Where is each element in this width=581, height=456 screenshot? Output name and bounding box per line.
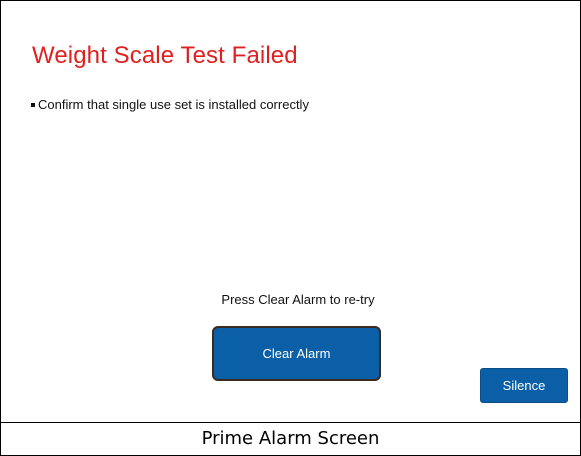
silence-button[interactable]: Silence bbox=[480, 368, 568, 403]
figure-caption: Prime Alarm Screen bbox=[201, 428, 380, 449]
retry-prompt: Press Clear Alarm to re-try bbox=[221, 292, 375, 307]
instruction-text: Confirm that single use set is installed… bbox=[38, 97, 309, 112]
clear-alarm-button[interactable]: Clear Alarm bbox=[212, 326, 381, 381]
alarm-title: Weight Scale Test Failed bbox=[32, 42, 298, 69]
instruction-item: Confirm that single use set is installed… bbox=[31, 97, 309, 113]
alarm-screen: Weight Scale Test Failed Confirm that si… bbox=[1, 1, 580, 423]
bullet-icon bbox=[31, 103, 35, 107]
clear-alarm-button-label: Clear Alarm bbox=[262, 346, 331, 361]
silence-button-label: Silence bbox=[502, 378, 546, 393]
